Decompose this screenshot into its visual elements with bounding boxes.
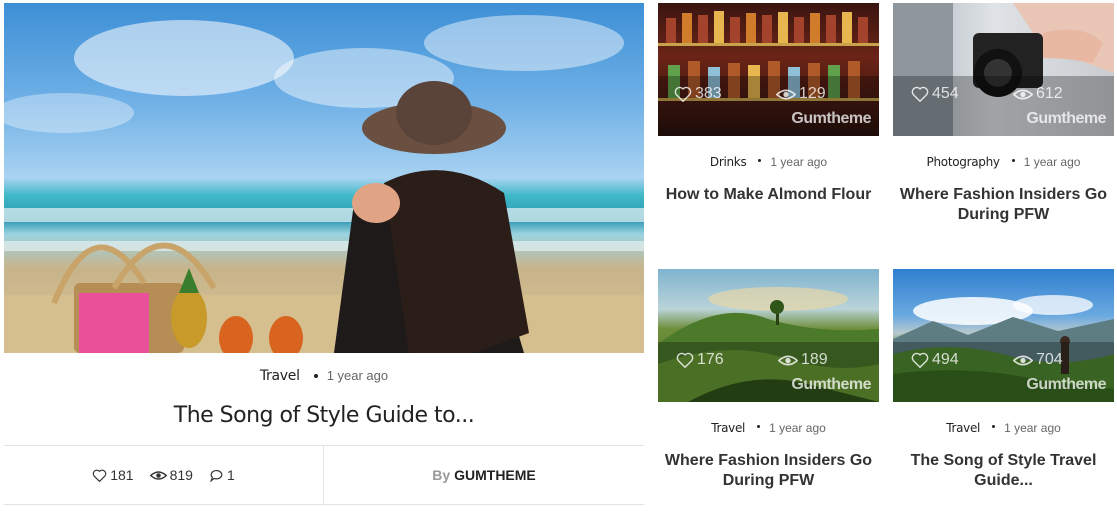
thumb-like-count: 383: [695, 85, 722, 102]
featured-title[interactable]: The Song of Style Guide to...: [4, 403, 644, 428]
like-count: 181: [110, 467, 134, 483]
author-byline: By GUMTHEME: [324, 446, 644, 504]
card-meta: Photography 1 year ago: [893, 153, 1114, 171]
card-title[interactable]: Where Fashion Insiders Go During PFW: [893, 185, 1114, 225]
by-label: By: [432, 467, 451, 483]
watermark: Gumtheme: [1026, 376, 1106, 393]
eye-icon: [776, 89, 796, 99]
comment-count: 1: [226, 467, 235, 483]
featured-footer: 181 819 1 By GUMTHEME: [4, 445, 644, 505]
thumb-view-stat: 189: [778, 351, 828, 369]
heart-icon: [92, 469, 107, 482]
thumb-view-stat: 612: [1013, 85, 1063, 103]
comment-icon: [210, 469, 223, 482]
thumb-like-count: 494: [932, 351, 959, 368]
eye-icon: [778, 355, 798, 365]
featured-stats: 181 819 1: [4, 446, 324, 504]
card-time-ago: 1 year ago: [770, 155, 828, 169]
thumb-view-stat: 704: [1013, 351, 1063, 369]
thumb-view-stat: 129: [776, 85, 826, 103]
card-time-ago: 1 year ago: [769, 421, 826, 435]
card-meta: Travel 1 year ago: [658, 419, 879, 437]
featured-post: Travel 1 year ago The Song of Style Guide…: [4, 3, 644, 508]
view-count: 819: [169, 467, 193, 483]
card-category[interactable]: Drinks: [710, 155, 747, 169]
eye-icon: [1013, 89, 1033, 99]
meta-separator: [1011, 159, 1015, 163]
card-category[interactable]: Travel: [946, 421, 980, 435]
meta-separator: [992, 425, 996, 429]
featured-time-ago: 1 year ago: [326, 368, 389, 383]
featured-category[interactable]: Travel: [260, 368, 300, 384]
comment-stat[interactable]: 1: [209, 467, 235, 483]
card-title[interactable]: How to Make Almond Flour: [658, 185, 879, 205]
card-thumbnail[interactable]: 454 612 Gumtheme: [893, 3, 1114, 136]
meta-separator: [758, 159, 762, 163]
card-thumbnail[interactable]: 176 189 Gumtheme: [658, 269, 879, 402]
thumb-view-count: 704: [1036, 351, 1063, 368]
featured-meta: Travel 1 year ago: [4, 368, 644, 384]
card-time-ago: 1 year ago: [1004, 421, 1061, 435]
card-thumbnail[interactable]: 383 129 Gumtheme: [658, 3, 879, 136]
watermark: Gumtheme: [791, 376, 871, 393]
meta-separator: [757, 425, 761, 429]
thumb-like-stat: 383: [674, 85, 722, 103]
thumb-view-count: 189: [801, 351, 828, 368]
eye-icon: [1013, 355, 1033, 365]
heart-icon: [911, 86, 929, 102]
heart-icon: [674, 86, 692, 102]
heart-icon: [676, 352, 694, 368]
thumb-view-count: 612: [1036, 85, 1063, 102]
thumb-like-stat: 454: [911, 85, 959, 103]
thumb-like-stat: 494: [911, 351, 959, 369]
thumb-view-count: 129: [799, 85, 826, 102]
author-link[interactable]: GUMTHEME: [454, 467, 536, 483]
card-title[interactable]: Where Fashion Insiders Go During PFW: [658, 451, 879, 491]
view-stat: 819: [149, 467, 193, 483]
heart-icon: [911, 352, 929, 368]
card-category[interactable]: Photography: [927, 155, 1000, 169]
card-category[interactable]: Travel: [711, 421, 745, 435]
card-time-ago: 1 year ago: [1023, 155, 1081, 169]
like-stat[interactable]: 181: [92, 467, 134, 483]
card-title[interactable]: The Song of Style Travel Guide...: [893, 451, 1114, 491]
eye-icon: [149, 470, 167, 480]
featured-image[interactable]: [4, 3, 644, 353]
card-thumbnail[interactable]: 494 704 Gumtheme: [893, 269, 1114, 402]
meta-separator: [313, 373, 318, 378]
thumb-like-count: 454: [932, 85, 959, 102]
watermark: Gumtheme: [791, 110, 871, 127]
watermark: Gumtheme: [1026, 110, 1106, 127]
thumb-like-count: 176: [697, 351, 724, 368]
thumb-like-stat: 176: [676, 351, 724, 369]
beach-photo-icon: [4, 15, 644, 353]
card-meta: Travel 1 year ago: [893, 419, 1114, 437]
card-meta: Drinks 1 year ago: [658, 153, 879, 171]
